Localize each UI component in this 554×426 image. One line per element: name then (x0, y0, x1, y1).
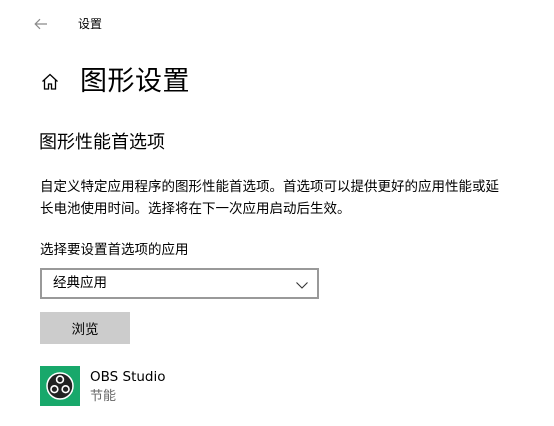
page-title: 图形设置 (80, 66, 190, 97)
arrow-left-icon (34, 15, 48, 34)
app-select-label: 选择要设置首选项的应用 (40, 242, 189, 258)
title-bar: 设置 (0, 0, 554, 48)
section-description: 自定义特定应用程序的图形性能首选项。首选项可以提供更好的应用性能或延长电池使用时… (40, 179, 499, 217)
browse-button[interactable]: 浏览 (40, 312, 130, 344)
home-icon[interactable] (38, 70, 62, 94)
obs-logo-icon (40, 366, 80, 406)
app-name: OBS Studio (90, 369, 166, 385)
window-title: 设置 (78, 17, 103, 31)
section-title: 图形性能首选项 (39, 132, 165, 153)
page-header: 图形设置 (38, 62, 190, 102)
back-button[interactable] (27, 10, 55, 38)
app-preference: 节能 (90, 389, 117, 404)
app-type-dropdown[interactable]: 经典应用 (40, 268, 319, 299)
dropdown-selected-value: 经典应用 (53, 275, 107, 291)
chevron-down-icon (295, 277, 309, 291)
app-list-item[interactable]: OBS Studio 节能 (40, 364, 340, 408)
